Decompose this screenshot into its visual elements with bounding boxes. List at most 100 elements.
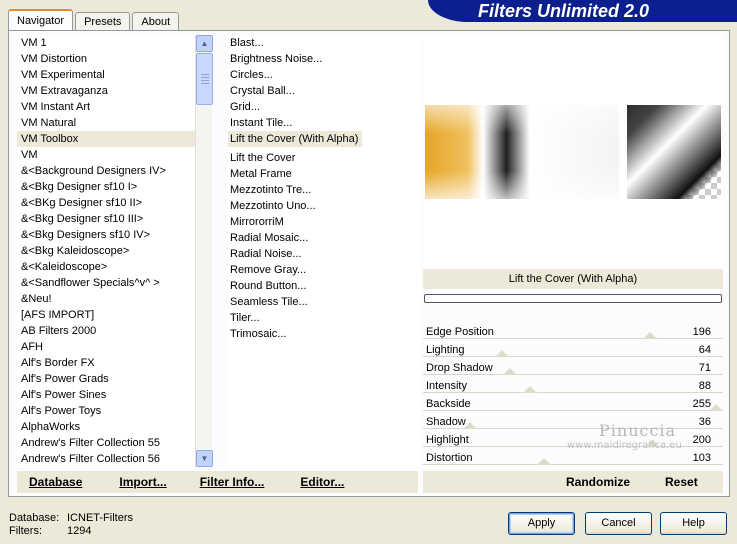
parameter-label: Drop Shadow — [426, 362, 493, 374]
tab-navigator[interactable]: Navigator — [8, 9, 74, 31]
current-filter-name: Lift the Cover (With Alpha) — [423, 269, 723, 289]
category-item[interactable]: VM Distortion — [17, 51, 202, 67]
category-item[interactable]: &<Bkg Kaleidoscope> — [17, 243, 202, 259]
apply-button[interactable]: Apply — [508, 512, 575, 535]
filter-item[interactable]: Blast... — [228, 35, 421, 51]
slider-thumb[interactable] — [709, 404, 723, 411]
slider-thumb[interactable] — [503, 368, 517, 375]
scroll-thumb[interactable] — [196, 53, 213, 105]
category-item[interactable]: &<Bkg Designers sf10 IV> — [17, 227, 202, 243]
category-item[interactable]: &<Sandflower Specials^v^ > — [17, 275, 202, 291]
filter-item[interactable]: Lift the Cover — [228, 150, 421, 166]
tab-about[interactable]: About — [132, 12, 180, 31]
category-item[interactable]: VM Toolbox — [17, 131, 202, 147]
tab-presets[interactable]: Presets — [75, 12, 131, 31]
category-item[interactable]: AlphaWorks — [17, 419, 202, 435]
database-info: Database: ICNET-Filters Filters: 1294 — [9, 512, 133, 538]
parameter-row[interactable]: Backside 255 — [423, 396, 723, 414]
scroll-down-arrow-icon[interactable]: ▼ — [196, 450, 213, 467]
filter-item[interactable]: Round Button... — [228, 278, 421, 294]
parameter-row[interactable]: Edge Position 196 — [423, 324, 723, 342]
parameter-label: Lighting — [426, 344, 465, 356]
database-label: Database: — [9, 512, 60, 524]
category-scrollbar[interactable]: ▲ ▼ — [195, 35, 213, 467]
slider-thumb[interactable] — [495, 350, 509, 357]
filter-item[interactable]: MirrororriM — [228, 214, 421, 230]
randomize-button[interactable]: Randomize — [566, 471, 630, 493]
filter-item[interactable]: Grid... — [228, 99, 421, 115]
scroll-up-arrow-icon[interactable]: ▲ — [196, 35, 213, 52]
editor-button[interactable]: Editor... — [300, 471, 344, 493]
category-item[interactable]: &<Bkg Designer sf10 I> — [17, 179, 202, 195]
parameter-value: 36 — [698, 416, 711, 428]
parameter-value: 200 — [692, 434, 711, 446]
filter-item[interactable]: Trimosaic... — [228, 326, 421, 342]
slider-thumb[interactable] — [643, 332, 657, 339]
slider-thumb[interactable] — [463, 422, 477, 429]
slider-thumb[interactable] — [537, 458, 551, 465]
cancel-button[interactable]: Cancel — [585, 512, 652, 535]
filter-item[interactable]: Mezzotinto Tre... — [228, 182, 421, 198]
parameter-row[interactable]: Lighting 64 — [423, 342, 723, 360]
preview-original-image — [425, 105, 619, 199]
slider-track[interactable] — [423, 338, 723, 339]
slider-track[interactable] — [423, 410, 723, 411]
category-item[interactable]: &<Kaleidoscope> — [17, 259, 202, 275]
parameter-label: Backside — [426, 398, 471, 410]
help-button[interactable]: Help — [660, 512, 727, 535]
import-button[interactable]: Import... — [119, 471, 166, 493]
filter-item[interactable]: Mezzotinto Uno... — [228, 198, 421, 214]
parameter-row[interactable]: Distortion 103 — [423, 450, 723, 468]
filter-item[interactable]: Lift the Cover (With Alpha) — [228, 131, 363, 147]
filter-item[interactable]: Radial Noise... — [228, 246, 421, 262]
category-item[interactable]: Alf's Power Grads — [17, 371, 202, 387]
filter-item[interactable]: Brightness Noise... — [228, 51, 421, 67]
category-item[interactable]: Alf's Border FX — [17, 355, 202, 371]
category-item[interactable]: VM — [17, 147, 202, 163]
filter-list[interactable]: Blast... Brightness Noise... Circles... Cry… — [228, 35, 421, 467]
filter-item[interactable]: Crystal Ball... — [228, 83, 421, 99]
filter-item[interactable]: Circles... — [228, 67, 421, 83]
category-list[interactable]: VM 1 VM Distortion VM Experimental VM Extra… — [17, 35, 202, 467]
category-item[interactable]: VM Natural — [17, 115, 202, 131]
slider-track[interactable] — [423, 464, 723, 465]
reset-button[interactable]: Reset — [665, 471, 698, 493]
progress-bar — [424, 294, 722, 303]
category-item[interactable]: Alf's Power Toys — [17, 403, 202, 419]
category-item[interactable]: VM Instant Art — [17, 99, 202, 115]
category-item[interactable]: VM Experimental — [17, 67, 202, 83]
category-item[interactable]: &<Background Designers IV> — [17, 163, 202, 179]
parameter-value: 196 — [692, 326, 711, 338]
slider-thumb[interactable] — [523, 386, 537, 393]
category-item[interactable]: &<BKg Designer sf10 II> — [17, 195, 202, 211]
category-item[interactable]: Andrew's Filter Collection 56 — [17, 451, 202, 467]
filter-info-button[interactable]: Filter Info... — [200, 471, 265, 493]
parameter-label: Highlight — [426, 434, 469, 446]
preview-area — [423, 35, 723, 267]
parameter-row[interactable]: Shadow 36 — [423, 414, 723, 432]
category-item[interactable]: &Neu! — [17, 291, 202, 307]
parameter-value: 64 — [698, 344, 711, 356]
category-item[interactable]: Andrew's Filter Collection 55 — [17, 435, 202, 451]
parameter-row[interactable]: Drop Shadow 71 — [423, 360, 723, 378]
category-item[interactable]: AB Filters 2000 — [17, 323, 202, 339]
category-item[interactable]: VM Extravaganza — [17, 83, 202, 99]
category-item[interactable]: &<Bkg Designer sf10 III> — [17, 211, 202, 227]
slider-track[interactable] — [423, 374, 723, 375]
filter-item[interactable]: Remove Gray... — [228, 262, 421, 278]
slider-track[interactable] — [423, 356, 723, 357]
tab-bar: Navigator Presets About — [8, 9, 181, 31]
parameter-row[interactable]: Intensity 88 — [423, 378, 723, 396]
filter-item[interactable]: Metal Frame — [228, 166, 421, 182]
filter-item[interactable]: Tiler... — [228, 310, 421, 326]
category-item[interactable]: Alf's Power Sines — [17, 387, 202, 403]
category-item[interactable]: AFH — [17, 339, 202, 355]
database-button[interactable]: Database — [29, 471, 82, 493]
filter-item[interactable]: Seamless Tile... — [228, 294, 421, 310]
category-item[interactable]: [AFS IMPORT] — [17, 307, 202, 323]
slider-track[interactable] — [423, 392, 723, 393]
filter-item[interactable]: Radial Mosaic... — [228, 230, 421, 246]
navigator-panel: VM 1 VM Distortion VM Experimental VM Extra… — [8, 30, 730, 497]
category-item[interactable]: VM 1 — [17, 35, 202, 51]
filter-item[interactable]: Instant Tile... — [228, 115, 421, 131]
